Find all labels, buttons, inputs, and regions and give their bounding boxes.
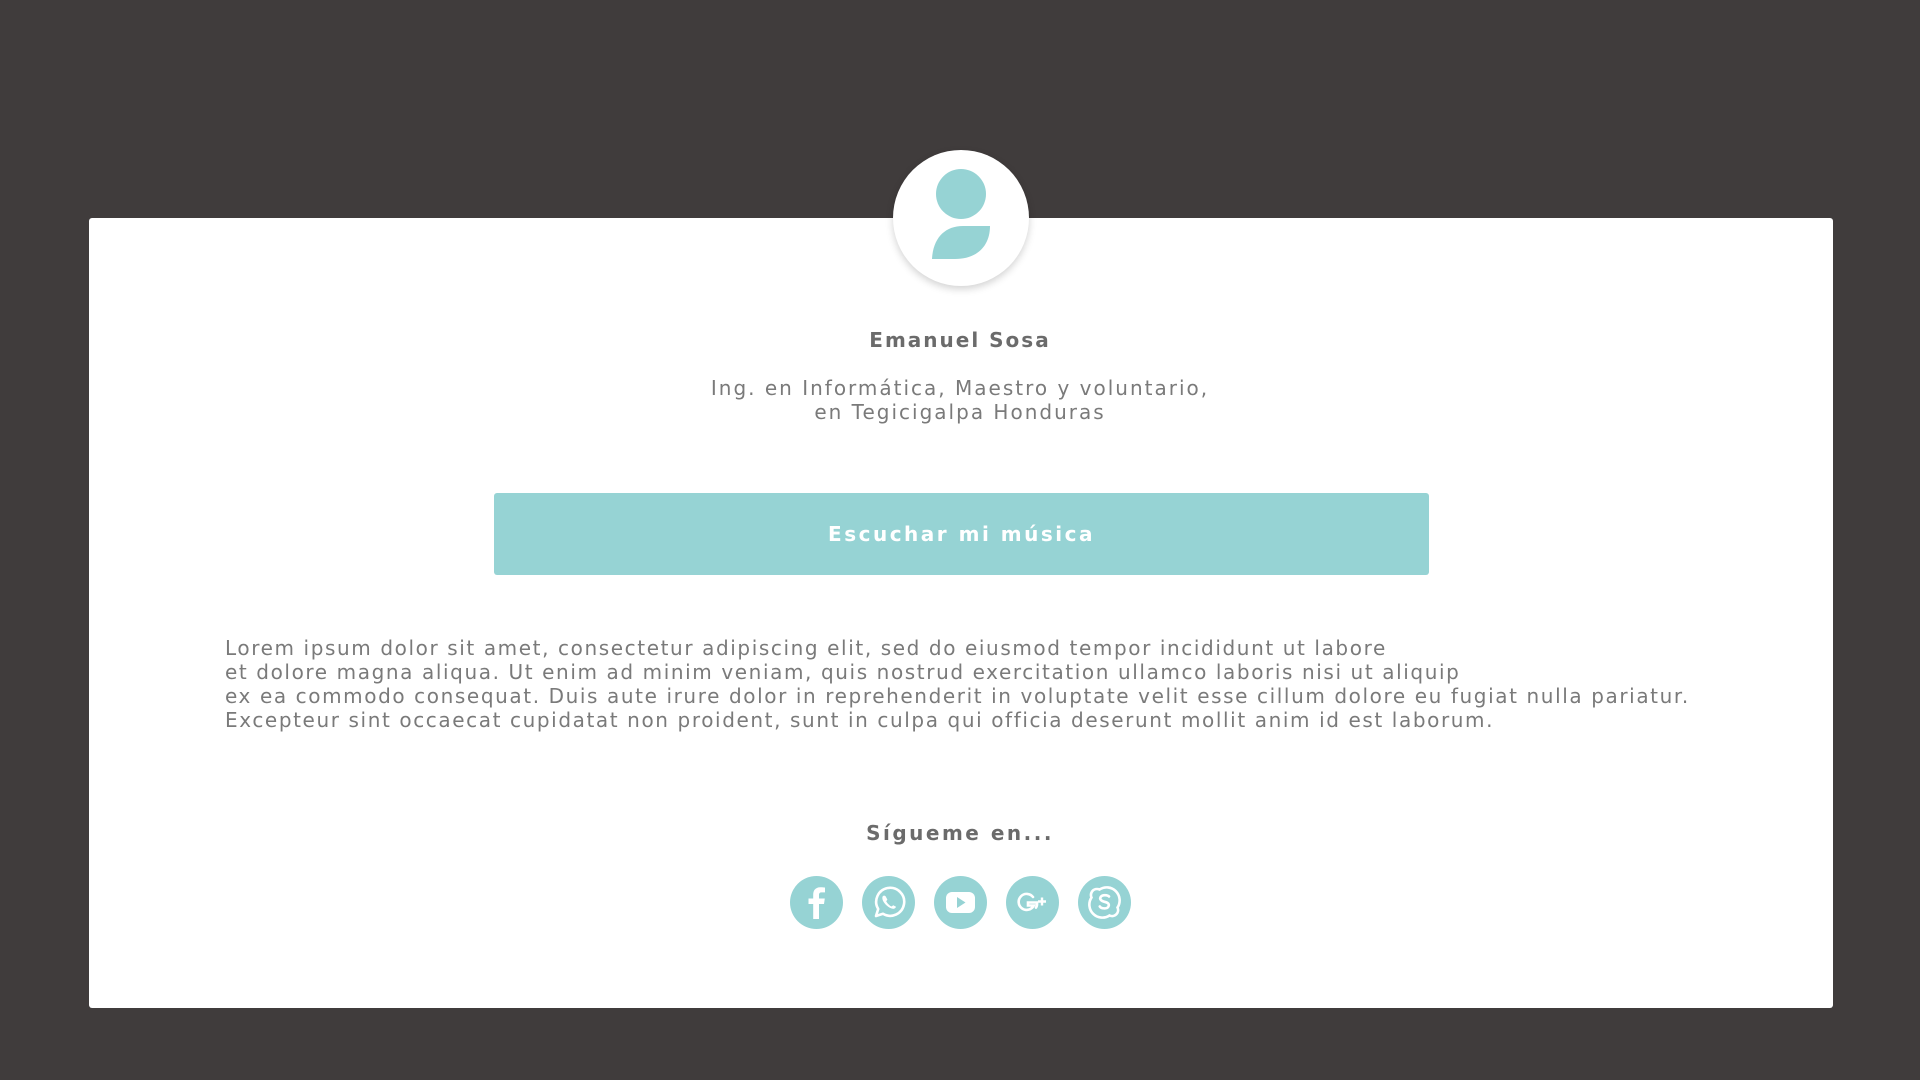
google-plus-icon — [1017, 892, 1046, 912]
social-links — [790, 876, 1131, 929]
listen-music-button[interactable]: Escuchar mi música — [494, 493, 1429, 575]
skype-link[interactable] — [1078, 876, 1131, 929]
follow-heading: Sígueme en... — [866, 821, 1054, 845]
whatsapp-icon — [874, 886, 906, 918]
avatar — [893, 150, 1029, 286]
whatsapp-link[interactable] — [862, 876, 915, 929]
profile-subtitle: Ing. en Informática, Maestro y voluntari… — [0, 376, 1920, 424]
bio-line: et dolore magna aliqua. Ut enim ad minim… — [225, 660, 1461, 684]
youtube-icon — [946, 892, 975, 913]
bio-line: ex ea commodo consequat. Duis aute irure… — [225, 684, 1690, 708]
subtitle-line: en Tegicigalpa Honduras — [814, 400, 1106, 424]
skype-icon — [1088, 886, 1121, 919]
bio-line: Excepteur sint occaecat cupidatat non pr… — [225, 708, 1495, 732]
profile-name: Emanuel Sosa — [869, 328, 1051, 352]
bio-text: Lorem ipsum dolor sit amet, consectetur … — [225, 636, 1825, 732]
facebook-icon — [808, 887, 825, 919]
bio-line: Lorem ipsum dolor sit amet, consectetur … — [225, 636, 1387, 660]
google-plus-link[interactable] — [1006, 876, 1059, 929]
youtube-link[interactable] — [934, 876, 987, 929]
user-avatar-icon — [932, 169, 990, 259]
facebook-link[interactable] — [790, 876, 843, 929]
subtitle-line: Ing. en Informática, Maestro y voluntari… — [710, 376, 1210, 400]
